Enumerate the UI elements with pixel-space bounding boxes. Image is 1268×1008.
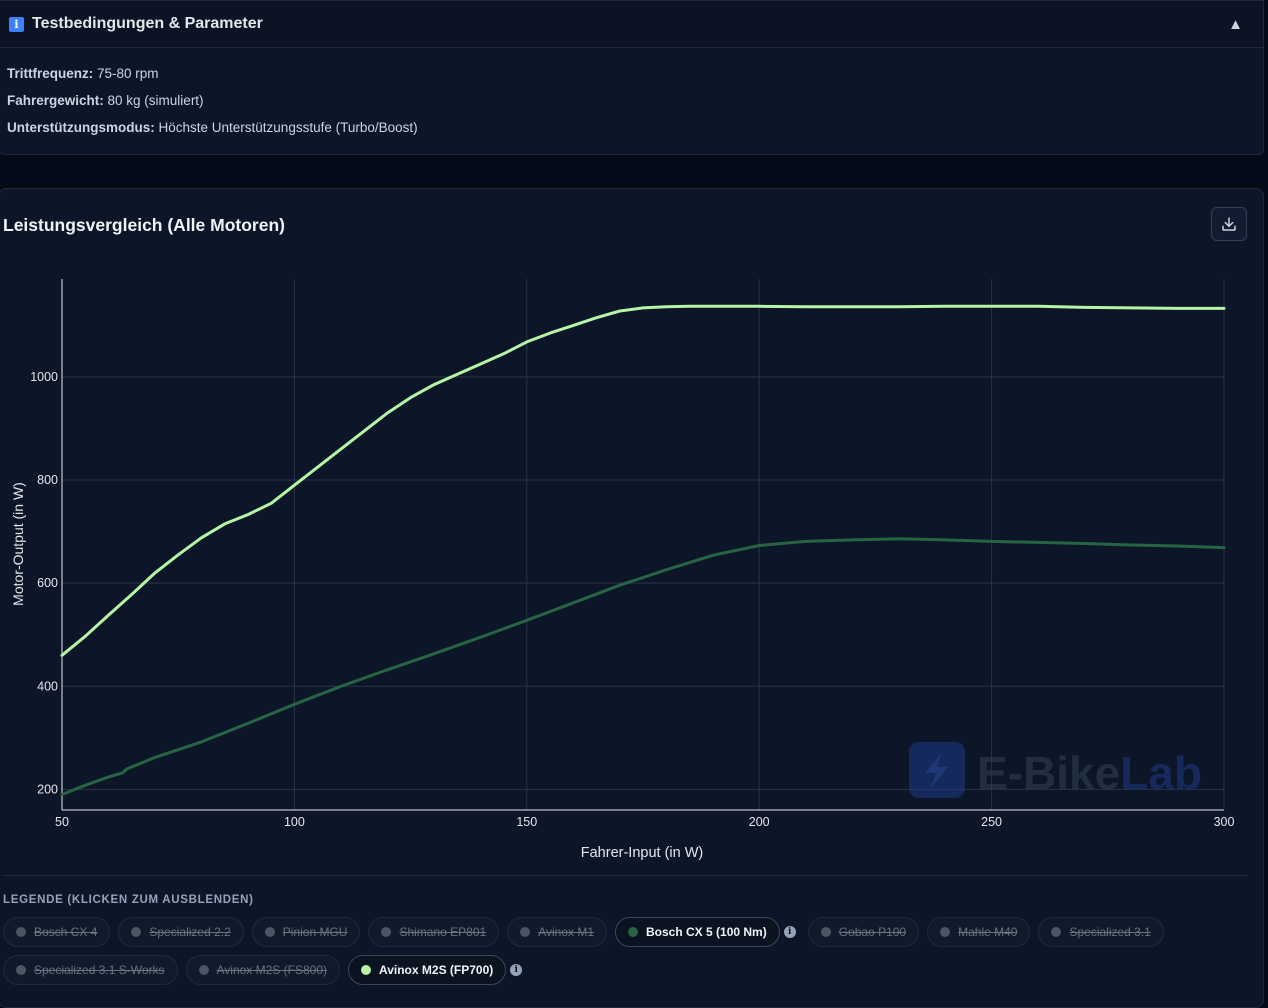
legend-color-dot <box>16 965 26 975</box>
legend-divider <box>3 875 1247 876</box>
legend-item[interactable]: Shimano EP801 <box>368 917 500 947</box>
y-axis-label: Motor-Output (in W) <box>10 482 26 606</box>
legend-item-label: Pinion MGU <box>282 925 348 939</box>
legend-color-dot <box>940 927 951 937</box>
legend-item-label: Gobao P100 <box>838 925 907 939</box>
legend-item[interactable]: Avinox M1 <box>507 917 607 947</box>
legend-color-dot <box>131 927 142 937</box>
legend-item[interactable]: Specialized 3.1 <box>1038 917 1164 947</box>
condition-label: Unterstützungsmodus: <box>7 120 155 135</box>
legend-item-label: Mahle M40 <box>958 925 1018 939</box>
legend-title: LEGENDE (KLICKEN ZUM AUSBLENDEN) <box>3 894 254 906</box>
test-conditions-title-wrap: i Testbedingungen & Parameter <box>9 15 263 33</box>
y-tick-label: 400 <box>37 679 58 693</box>
condition-label: Trittfrequenz: <box>7 66 94 81</box>
line-chart: E-BikeLab 50 100 150 200 250 300 200 400 600 800 1… <box>10 279 1235 861</box>
chart-card: Leistungsvergleich (Alle Motoren) E-Bike… <box>0 188 1264 1008</box>
condition-row-weight: Fahrergewicht: 80 kg (simuliert) <box>7 87 1255 114</box>
test-conditions-title: Testbedingungen & Parameter <box>32 15 263 32</box>
series-line-avinox-m2s-fp700 <box>60 304 1226 657</box>
test-conditions-body: Trittfrequenz: 75-80 rpm Fahrergewicht: … <box>0 48 1263 153</box>
legend-item[interactable]: Pinion MGU <box>251 917 361 947</box>
legend-color-dot <box>264 927 275 937</box>
info-icon: i <box>9 16 24 32</box>
legend-color-dot <box>520 927 531 937</box>
condition-label: Fahrergewicht: <box>7 93 104 108</box>
legend-color-dot <box>381 927 392 937</box>
collapse-triangle-icon[interactable]: ▲ <box>1228 16 1243 33</box>
legend-color-dot <box>628 927 638 937</box>
legend-item-label: Avinox M2S (FS800) <box>216 963 328 977</box>
series-layer <box>60 304 1226 796</box>
legend-color-dot <box>361 965 371 975</box>
x-tick-label: 300 <box>1214 815 1235 829</box>
watermark-text: E-BikeLab <box>977 747 1202 799</box>
legend-color-dot <box>1051 927 1062 937</box>
info-circle-icon[interactable]: i <box>783 926 796 938</box>
condition-row-mode: Unterstützungsmodus: Höchste Unterstützu… <box>7 114 1255 141</box>
x-axis-label: Fahrer-Input (in W) <box>581 845 703 861</box>
y-tick-label: 800 <box>37 473 58 487</box>
legend-item-label: Specialized 3.1 <box>1069 925 1151 939</box>
x-tick-label: 100 <box>284 815 305 829</box>
legend-item[interactable]: Gobao P100 <box>807 917 920 947</box>
y-tick-label: 600 <box>37 576 58 590</box>
condition-value: 75-80 rpm <box>93 66 159 81</box>
legend-item[interactable]: Bosch CX 4 <box>3 917 111 947</box>
condition-row-cadence: Trittfrequenz: 75-80 rpm <box>7 60 1255 87</box>
test-conditions-header[interactable]: i Testbedingungen & Parameter ▲ <box>0 1 1263 48</box>
legend-color-dot <box>820 927 831 937</box>
legend-item[interactable]: Mahle M40 <box>927 917 1031 947</box>
legend-item-label: Avinox M1 <box>538 925 594 939</box>
y-tick-label: 1000 <box>30 370 58 384</box>
grid-layer <box>62 279 1225 810</box>
legend-items: Bosch CX 4 Specialized 2.2 Pinion MGU Shima… <box>3 917 1243 985</box>
x-tick-label: 50 <box>55 815 69 829</box>
legend-item-label: Bosch CX 5 (100 Nm) <box>646 925 767 939</box>
legend-item[interactable]: Avinox M2S (FS800) <box>185 955 340 985</box>
condition-value: Höchste Unterstützungsstufe (Turbo/Boost… <box>154 120 418 135</box>
legend-color-dot <box>16 927 26 937</box>
legend-item[interactable]: Avinox M2S (FP700) <box>348 955 507 985</box>
legend-item[interactable]: Specialized 2.2 <box>118 917 244 947</box>
x-tick-label: 150 <box>516 815 537 829</box>
legend-color-dot <box>198 965 209 975</box>
condition-value: 80 kg (simuliert) <box>103 93 204 108</box>
legend-item-label: Shimano EP801 <box>399 925 487 939</box>
legend-item-label: Avinox M2S (FP700) <box>379 963 494 977</box>
x-tick-label: 200 <box>749 815 770 829</box>
test-conditions-panel: i Testbedingungen & Parameter ▲ Trittfre… <box>0 0 1264 155</box>
legend-item-label: Specialized 3.1 S-Works <box>34 963 165 977</box>
info-circle-icon[interactable]: i <box>510 964 523 976</box>
legend-item[interactable]: Bosch CX 5 (100 Nm) <box>615 917 780 947</box>
legend-item[interactable]: Specialized 3.1 S-Works <box>3 955 178 985</box>
watermark: E-BikeLab <box>909 742 1202 799</box>
legend-item-label: Specialized 2.2 <box>149 925 231 939</box>
axes-layer <box>61 279 1224 811</box>
x-tick-label: 250 <box>981 815 1002 829</box>
y-tick-label: 200 <box>37 782 58 796</box>
legend-item-label: Bosch CX 4 <box>34 925 98 939</box>
